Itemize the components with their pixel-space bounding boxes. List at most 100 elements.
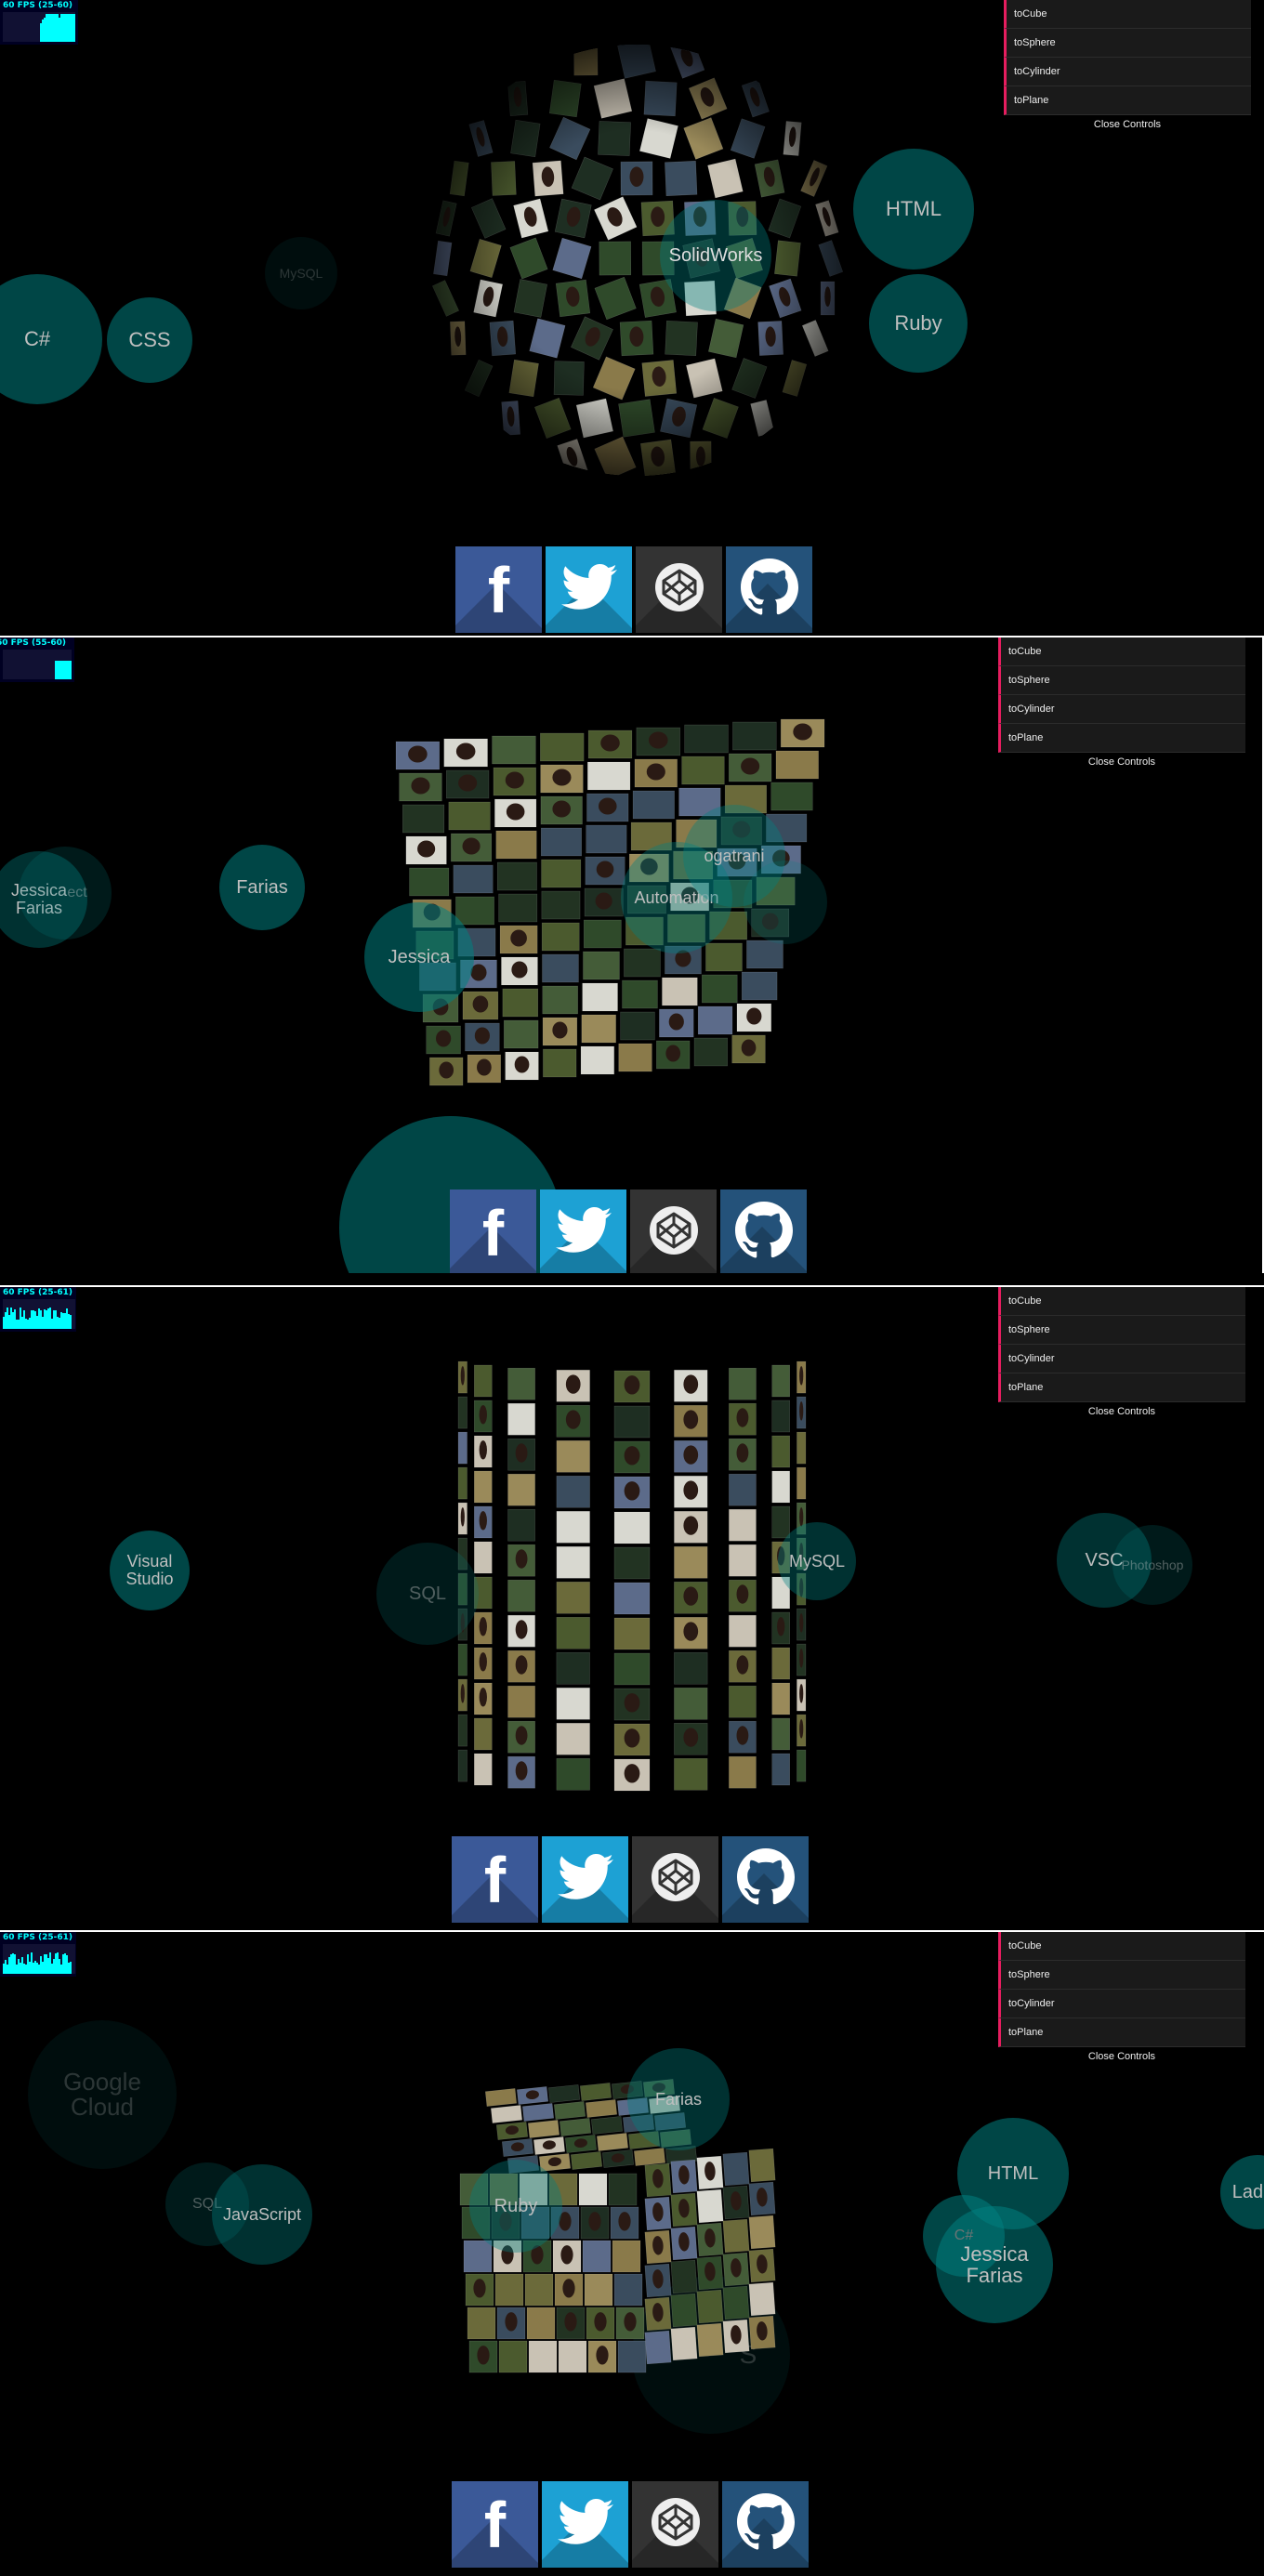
photo-face — [515, 1655, 528, 1675]
to-cube-button[interactable]: toCube — [998, 637, 1245, 666]
codepen-button[interactable] — [630, 1189, 717, 1273]
photo-tile — [775, 750, 819, 780]
skill-bubble-solidworks: SolidWorks — [660, 200, 771, 311]
github-button[interactable] — [722, 1836, 809, 1923]
facebook-icon: f — [483, 2488, 507, 2561]
to-cube-button[interactable]: toCube — [1004, 0, 1251, 29]
photo-tile — [528, 2340, 558, 2373]
close-controls-button[interactable]: Close Controls — [998, 2047, 1245, 2066]
skill-bubble-jessica-farias: Jessica Farias — [936, 2206, 1053, 2323]
fps-readout: 60 FPS (25-61) — [3, 1933, 73, 1942]
codepen-button[interactable] — [636, 546, 722, 633]
to-sphere-button[interactable]: toSphere — [1004, 29, 1251, 58]
photo-face — [479, 1652, 487, 1672]
photo-tile — [507, 1685, 535, 1718]
photo-face — [596, 861, 614, 878]
photo-tile — [484, 2088, 518, 2107]
photo-tile — [684, 724, 729, 754]
social-links: f — [452, 1836, 809, 1923]
photo-tile — [556, 1652, 590, 1685]
photo-face — [648, 731, 668, 749]
photo-face — [462, 837, 481, 855]
twitter-button[interactable] — [542, 1836, 628, 1923]
skill-bubble-mysql: MySQL — [778, 1522, 856, 1600]
photo-tile — [674, 1688, 708, 1720]
twitter-button[interactable] — [540, 1189, 626, 1273]
to-sphere-button[interactable]: toSphere — [998, 666, 1245, 695]
photo-tile — [556, 1723, 590, 1755]
to-cylinder-button[interactable]: toCylinder — [998, 695, 1245, 724]
photo-tile — [770, 782, 813, 811]
photo-face — [683, 1480, 699, 1500]
twitter-button[interactable] — [546, 546, 632, 633]
photo-cylinder[interactable] — [446, 1341, 818, 1806]
photo-tile — [570, 2151, 603, 2170]
photo-tile — [553, 2101, 586, 2120]
close-controls-button[interactable]: Close Controls — [998, 753, 1245, 771]
photo-tile — [504, 1019, 539, 1049]
photo-tile — [492, 735, 536, 765]
bubble-label: Photoshop — [1121, 1557, 1184, 1572]
to-plane-button[interactable]: toPlane — [998, 2018, 1245, 2047]
photo-tile — [498, 2340, 528, 2373]
photo-tile — [581, 1014, 616, 1044]
to-plane-button[interactable]: toPlane — [998, 724, 1245, 753]
fps-readout: 60 FPS (25-61) — [3, 1288, 73, 1297]
to-sphere-button[interactable]: toSphere — [998, 1961, 1245, 1990]
to-sphere-button[interactable]: toSphere — [998, 1316, 1245, 1345]
github-button[interactable] — [720, 1189, 807, 1273]
fps-stats-panel[interactable]: 60 FPS (55-60) — [0, 637, 74, 682]
photo-face — [479, 1440, 487, 1460]
photo-face — [799, 1684, 804, 1703]
photo-tile — [507, 1508, 535, 1542]
bubble-label: HTML — [987, 2162, 1039, 2184]
photo-tile — [729, 1367, 757, 1400]
to-cylinder-button[interactable]: toCylinder — [1004, 58, 1251, 86]
to-plane-button[interactable]: toPlane — [998, 1373, 1245, 1402]
photo-tile — [771, 1682, 790, 1715]
facebook-button[interactable]: f — [450, 1189, 536, 1273]
close-controls-button[interactable]: Close Controls — [998, 1402, 1245, 1421]
github-button[interactable] — [726, 546, 812, 633]
photo-face — [560, 2245, 573, 2265]
photo-tile — [674, 1652, 708, 1685]
fps-stats-panel[interactable]: 60 FPS (25-61) — [0, 1932, 76, 1977]
twitter-icon — [557, 1853, 613, 1905]
fps-stats-panel[interactable]: 60 FPS (25-61) — [0, 1287, 76, 1332]
photo-face — [474, 1027, 490, 1045]
codepen-button[interactable] — [632, 2481, 718, 2568]
photo-face — [479, 1688, 487, 1707]
photo-face — [417, 840, 436, 858]
codepen-button[interactable] — [632, 1836, 718, 1923]
photo-tile — [771, 1505, 790, 1539]
to-cube-button[interactable]: toCube — [998, 1932, 1245, 1961]
controls-panel: toCube toSphere toCylinder toPlane Close… — [998, 1287, 1245, 1421]
fps-graph — [3, 1944, 75, 1974]
close-controls-button[interactable]: Close Controls — [1004, 115, 1251, 134]
to-cylinder-button[interactable]: toCylinder — [998, 1345, 1245, 1373]
fps-graph — [3, 650, 72, 679]
cylinder-tiles — [457, 1360, 807, 1792]
photo-tile — [797, 1431, 807, 1465]
photo-face — [565, 1374, 581, 1394]
facebook-button[interactable]: f — [455, 546, 542, 633]
codepen-icon — [648, 1849, 704, 1910]
photo-tile — [559, 2118, 592, 2136]
github-button[interactable] — [722, 2481, 809, 2568]
photo-face — [408, 745, 428, 763]
skill-bubble-lade: Lade — [1220, 2155, 1264, 2229]
photo-face — [588, 2212, 601, 2231]
photo-tile — [662, 977, 698, 1006]
facebook-button[interactable]: f — [452, 1836, 538, 1923]
photo-tile — [771, 1647, 790, 1680]
facebook-button[interactable]: f — [452, 2481, 538, 2568]
photo-sphere[interactable] — [414, 28, 860, 493]
fps-stats-panel[interactable]: 60 FPS (25-60) — [0, 0, 78, 45]
photo-face — [624, 1375, 640, 1395]
to-cylinder-button[interactable]: toCylinder — [998, 1990, 1245, 2018]
twitter-button[interactable] — [542, 2481, 628, 2568]
to-cube-button[interactable]: toCube — [998, 1287, 1245, 1316]
photo-face — [668, 1013, 684, 1031]
photo-tile — [608, 2173, 638, 2206]
to-plane-button[interactable]: toPlane — [1004, 86, 1251, 115]
